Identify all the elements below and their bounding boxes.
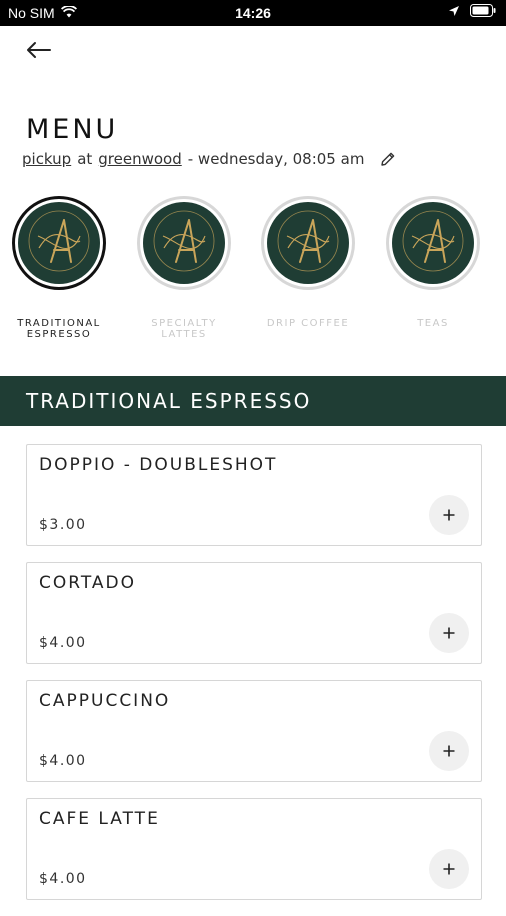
category-ring: [261, 196, 355, 290]
menu-item-card[interactable]: CORTADO $4.00: [26, 562, 482, 664]
item-name: CAPPUCCINO: [39, 691, 171, 711]
category-traditional-espresso[interactable]: TRADITIONAL ESPRESSO: [3, 196, 115, 340]
plus-icon: [443, 506, 455, 525]
plus-icon: [443, 742, 455, 761]
category-logo: [143, 202, 225, 284]
at-label: at: [77, 150, 93, 168]
category-label: TRADITIONAL ESPRESSO: [17, 318, 101, 340]
item-price: $4.00: [39, 635, 87, 651]
back-button[interactable]: [20, 38, 56, 66]
section-header: TRADITIONAL ESPRESSO: [0, 376, 506, 426]
order-time: - wednesday, 08:05 am: [187, 150, 365, 168]
category-tabs: TRADITIONAL ESPRESSO SPECIALTY LATTES DR…: [0, 196, 506, 356]
item-name: CAFE LATTE: [39, 809, 160, 829]
menu-item-card[interactable]: CAPPUCCINO $4.00: [26, 680, 482, 782]
location-link[interactable]: greenwood: [98, 150, 181, 168]
category-label: SPECIALTY LATTES: [151, 318, 217, 340]
add-item-button[interactable]: [429, 495, 469, 535]
section-title: TRADITIONAL ESPRESSO: [26, 389, 312, 413]
category-ring: [137, 196, 231, 290]
pickup-mode-link[interactable]: pickup: [22, 150, 71, 168]
category-specialty-lattes[interactable]: SPECIALTY LATTES: [128, 196, 240, 340]
plus-icon: [443, 860, 455, 879]
monogram-logo-icon: [398, 206, 468, 280]
category-logo: [267, 202, 349, 284]
item-name: DOPPIO - DOUBLESHOT: [39, 455, 278, 475]
pencil-icon[interactable]: [380, 151, 396, 167]
category-label: DRIP COFFEE: [266, 318, 350, 329]
add-item-button[interactable]: [429, 849, 469, 889]
category-logo: [18, 202, 100, 284]
category-logo: [392, 202, 474, 284]
location-icon: [448, 4, 460, 20]
category-label: TEAS: [417, 318, 449, 329]
order-info: pickup at greenwood - wednesday, 08:05 a…: [22, 150, 396, 168]
status-bar: No SIM 14:26: [0, 0, 506, 26]
add-item-button[interactable]: [429, 731, 469, 771]
category-drip-coffee[interactable]: DRIP COFFEE: [252, 196, 364, 329]
clock: 14:26: [235, 5, 271, 21]
arrow-left-icon: [25, 41, 51, 63]
item-price: $4.00: [39, 753, 87, 769]
monogram-logo-icon: [273, 206, 343, 280]
monogram-logo-icon: [149, 206, 219, 280]
menu-item-card[interactable]: CAFE LATTE $4.00: [26, 798, 482, 900]
item-name: CORTADO: [39, 573, 136, 593]
page-title: MENU: [26, 114, 119, 146]
menu-item-card[interactable]: DOPPIO - DOUBLESHOT $3.00: [26, 444, 482, 546]
plus-icon: [443, 624, 455, 643]
monogram-logo-icon: [24, 206, 94, 280]
item-price: $3.00: [39, 517, 87, 533]
category-ring: [12, 196, 106, 290]
category-ring: [386, 196, 480, 290]
item-price: $4.00: [39, 871, 87, 887]
menu-item-list: DOPPIO - DOUBLESHOT $3.00 CORTADO $4.00 …: [26, 444, 482, 916]
battery-icon: [470, 4, 496, 20]
category-teas[interactable]: TEAS: [377, 196, 489, 329]
add-item-button[interactable]: [429, 613, 469, 653]
